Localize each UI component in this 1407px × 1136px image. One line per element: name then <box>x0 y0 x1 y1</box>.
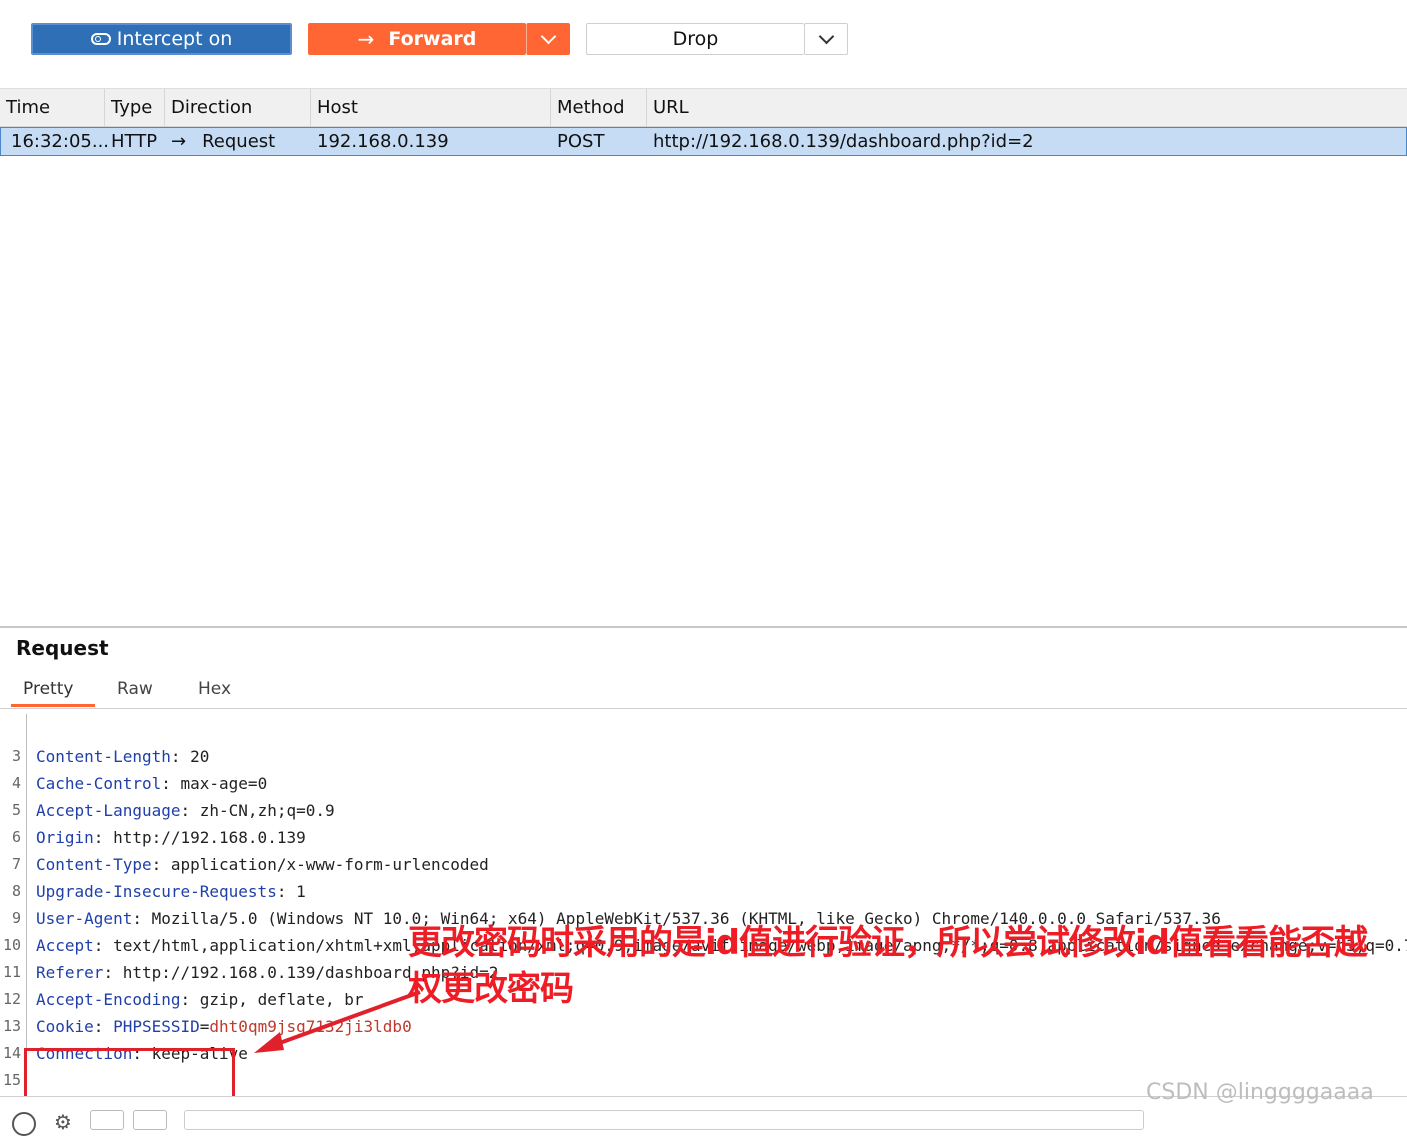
forward-label: Forward <box>388 28 477 50</box>
forward-options-button[interactable] <box>526 23 570 55</box>
intercept-label: Intercept on <box>116 28 233 50</box>
intercept-table: Time Type Direction Host Method URL 16:3… <box>0 88 1407 627</box>
cell-direction-text: Request <box>202 131 276 152</box>
request-view-tabs: Pretty Raw Hex <box>0 672 1407 709</box>
drop-options-button[interactable] <box>804 23 848 55</box>
request-panel-title: Request <box>16 636 109 660</box>
cell-host: 192.168.0.139 <box>317 131 449 152</box>
column-header-host[interactable]: Host <box>311 89 551 126</box>
editor-line: 6 Origin: http://192.168.0.139 <box>0 797 1407 847</box>
search-input[interactable] <box>184 1110 1144 1130</box>
forward-button[interactable]: → Forward <box>308 23 526 55</box>
column-header-type[interactable]: Type <box>105 89 165 126</box>
table-header: Time Type Direction Host Method URL <box>0 89 1407 127</box>
request-editor[interactable]: 3 Content-Length: 20 4 Cache-Control: max-… <box>0 714 1407 1096</box>
arrow-right-icon: → <box>171 131 187 152</box>
cell-direction: → Request <box>165 128 311 155</box>
editor-line: 5 Accept-Language: zh-CN,zh;q=0.9 <box>0 770 1407 820</box>
annotation-note: 更改密码时采用的是id值进行验证，所以尝试修改id值看看能否越权更改密码 <box>408 923 1368 1009</box>
drop-label: Drop <box>672 28 719 50</box>
next-match-button[interactable] <box>133 1110 167 1130</box>
intercept-icon <box>90 33 111 45</box>
editor-line: 7 Content-Type: application/x-www-form-ur… <box>0 824 1407 874</box>
chevron-down-icon <box>540 28 557 44</box>
cell-type: HTTP <box>111 131 158 152</box>
tab-pretty[interactable]: Pretty <box>11 672 95 707</box>
gear-icon[interactable]: ⚙ <box>54 1110 72 1134</box>
tab-hex[interactable]: Hex <box>186 672 250 707</box>
previous-match-button[interactable] <box>90 1110 124 1130</box>
cell-url: http://192.168.0.139/dashboard.php?id=2 <box>653 131 1034 152</box>
panel-splitter[interactable] <box>0 626 1407 628</box>
intercept-toggle-button[interactable]: Intercept on <box>31 23 292 55</box>
editor-line: 4 Cache-Control: max-age=0 <box>0 743 1407 793</box>
cell-method: POST <box>557 131 605 152</box>
tab-raw[interactable]: Raw <box>105 672 169 707</box>
editor-line: 9 User-Agent: Mozilla/5.0 (Windows NT 10.… <box>0 878 1407 928</box>
help-icon[interactable] <box>12 1112 36 1136</box>
cell-time: 16:32:05... <box>11 131 110 152</box>
editor-line: 8 Upgrade-Insecure-Requests: 1 <box>0 851 1407 901</box>
column-header-method[interactable]: Method <box>551 89 647 126</box>
toolbar: Intercept on → Forward Drop <box>0 0 1407 88</box>
drop-button[interactable]: Drop <box>586 23 804 55</box>
column-header-url[interactable]: URL <box>647 89 1407 126</box>
column-header-direction[interactable]: Direction <box>165 89 311 126</box>
watermark: CSDN @linggggaaaa <box>1146 1080 1374 1105</box>
chevron-down-icon <box>818 28 834 44</box>
column-header-time[interactable]: Time <box>0 89 105 126</box>
editor-line: 14 Connection: keep-alive <box>0 1013 1407 1063</box>
arrow-right-icon: → <box>357 27 375 51</box>
editor-line: 3 Content-Length: 20 <box>0 716 1407 766</box>
table-row[interactable]: 16:32:05... HTTP → Request 192.168.0.139 … <box>0 127 1407 156</box>
